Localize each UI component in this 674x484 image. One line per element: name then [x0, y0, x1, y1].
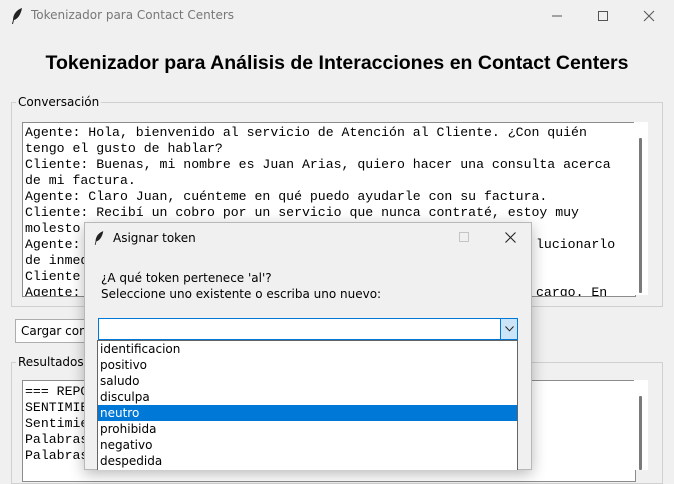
dropdown-option[interactable]: saludo: [98, 373, 517, 389]
dialog-maximize-button: [441, 223, 487, 251]
token-combobox[interactable]: [98, 318, 518, 340]
conversation-line-tail: lucionarlo: [536, 237, 616, 252]
combobox-dropdown-button[interactable]: [500, 319, 517, 339]
dropdown-option[interactable]: identificacion: [98, 341, 517, 357]
dropdown-option[interactable]: positivo: [98, 357, 517, 373]
conversation-line: de mi factura.: [25, 173, 136, 188]
dropdown-option[interactable]: disculpa: [98, 389, 517, 405]
dialog-title: Asignar token: [113, 231, 196, 245]
feather-icon: [94, 231, 104, 245]
maximize-icon: [598, 11, 608, 21]
scrollbar-thumb[interactable]: [639, 138, 642, 293]
conversation-label: Conversación: [16, 95, 102, 109]
maximize-icon: [459, 232, 469, 242]
conversation-line: Cliente: Buenas, mi nombre es Juan Arias…: [25, 157, 611, 172]
close-button[interactable]: [626, 0, 672, 32]
dropdown-option[interactable]: prohibida: [98, 421, 517, 437]
close-icon: [504, 231, 516, 243]
dialog-close-button[interactable]: [487, 223, 533, 251]
dialog-instruction: Seleccione uno existente o escriba uno n…: [101, 287, 382, 301]
dialog-question: ¿A qué token pertenece 'al'?: [101, 271, 272, 285]
conversation-line: Agente: Hola, bienvenido al servicio de …: [25, 125, 587, 140]
results-label: Resultados: [16, 355, 86, 369]
chevron-down-icon: [504, 326, 514, 332]
window-title: Tokenizador para Contact Centers: [31, 8, 235, 22]
results-scrollbar[interactable]: [634, 380, 648, 470]
dropdown-option[interactable]: despedida: [98, 453, 517, 469]
dropdown-option-selected[interactable]: neutro: [98, 405, 517, 421]
scrollbar-thumb[interactable]: [639, 396, 642, 470]
close-icon: [643, 10, 655, 22]
minimize-icon: [552, 15, 562, 17]
conversation-line: Agente: Claro Juan, cuénteme en qué pued…: [25, 189, 548, 204]
conversation-line: Cliente: Recibí un cobro por un servicio…: [25, 205, 579, 220]
feather-icon: [12, 8, 22, 24]
token-dropdown-list[interactable]: identificacion positivo saludo disculpa …: [97, 340, 518, 470]
dropdown-option[interactable]: negativo: [98, 437, 517, 453]
title-bar[interactable]: Tokenizador para Contact Centers: [0, 0, 674, 32]
conversation-scrollbar[interactable]: [634, 122, 648, 295]
maximize-button[interactable]: [580, 0, 626, 32]
conversation-line: tengo el gusto de hablar?: [25, 141, 223, 156]
page-title: Tokenizador para Análisis de Interaccion…: [45, 52, 629, 74]
conversation-line-tail: cargo. En: [536, 285, 608, 297]
minimize-button[interactable]: [534, 0, 580, 32]
